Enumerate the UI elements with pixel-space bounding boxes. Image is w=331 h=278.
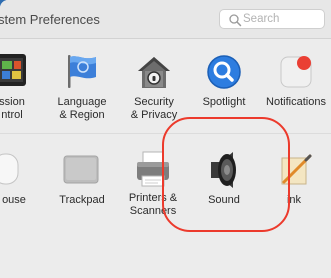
mission-control-icon (0, 54, 26, 86)
pane-label: Spotlight (202, 96, 246, 108)
search-placeholder: Search (243, 13, 280, 25)
trackpad-icon (63, 155, 99, 184)
pane-label: ssion ntrol (0, 96, 25, 121)
pane-label: ouse (2, 194, 26, 206)
mouse-icon (0, 153, 19, 185)
magnifier-icon (207, 55, 241, 89)
flag-icon (68, 55, 96, 88)
window-title: stem Preferences (0, 12, 100, 27)
house-lock-icon (138, 57, 170, 88)
highlight-annotation (162, 117, 290, 232)
search-field[interactable]: Search (219, 9, 325, 29)
pane-label: Security & Privacy (130, 96, 178, 121)
pane-label: Language & Region (57, 96, 107, 121)
pane-label: Trackpad (59, 194, 105, 206)
search-icon (229, 14, 242, 27)
system-preferences-window: stem Preferences Search ssion ntrol Lang… (0, 0, 331, 278)
notifications-icon (280, 56, 312, 88)
titlebar: stem Preferences Search (0, 0, 331, 39)
pane-label: Notifications (266, 96, 326, 108)
